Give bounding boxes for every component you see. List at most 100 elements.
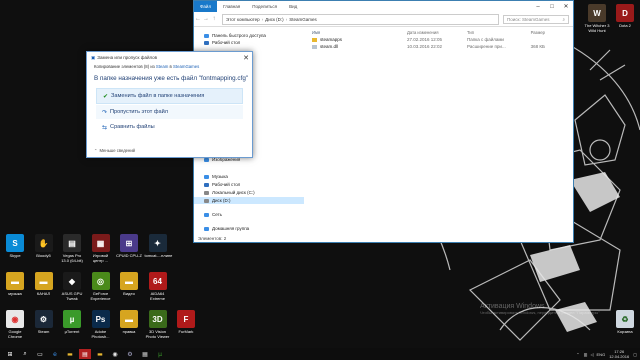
back-arrow-icon[interactable]: ← xyxy=(194,16,202,22)
watermark-title: Активация Windows xyxy=(480,303,545,310)
nav-item[interactable]: Домашняя группа xyxy=(194,225,304,232)
torrent-icon[interactable]: µ xyxy=(154,349,166,359)
desktop-icon-label: Игровой центр ... xyxy=(92,253,109,263)
close-icon[interactable]: ✕ xyxy=(240,54,252,62)
desktop-icon-14[interactable]: ⚙ Steam xyxy=(31,310,57,334)
breadcrumb-1[interactable]: Этот компьютер xyxy=(226,17,260,22)
clock[interactable]: 17:26 12.04.2016 xyxy=(609,349,629,359)
app-icon[interactable]: ▬ xyxy=(94,349,106,359)
column-date[interactable]: Дата изменения xyxy=(407,30,467,35)
replace-file-label: Заменить файл в папке назначения xyxy=(111,93,205,99)
search-icon[interactable]: ⌕ xyxy=(19,349,31,359)
store-icon[interactable]: ▤ xyxy=(79,349,91,359)
desktop-icon-9[interactable]: ◆ ASUS GPU Tweak xyxy=(59,272,85,301)
desktop-icon-16[interactable]: Ps Adobe Photosh... xyxy=(88,310,114,339)
file-list: Имя Дата изменения Тип Размер steamapps 2… xyxy=(308,28,573,232)
app-icon: ▬ xyxy=(120,310,138,328)
desktop-icon-label: FurMark xyxy=(178,329,194,334)
chevron-right-icon: › xyxy=(285,16,288,22)
nav-item[interactable]: Сеть xyxy=(194,211,304,218)
desktop-icon-17[interactable]: ▬ правка xyxy=(116,310,142,334)
breadcrumb-3[interactable]: SteamGames xyxy=(289,17,317,22)
desktop-icon-19[interactable]: F FurMark xyxy=(173,310,199,334)
dest-link[interactable]: SteamGames xyxy=(173,64,199,69)
search-input[interactable]: Поиск: SteamGames ⌕ xyxy=(503,14,569,24)
desktop-icon-15[interactable]: µ µTorrent xyxy=(59,310,85,334)
breadcrumb-2[interactable]: Диск (D:) xyxy=(265,17,284,22)
desktop-icon-7[interactable]: ▬ музыка xyxy=(2,272,28,296)
desktop-icon-label: Vegas Pro 13.0 (64-bit) xyxy=(61,253,83,263)
desktop-icon-6[interactable]: ✦ tomcat-...нлине xyxy=(145,234,172,258)
close-icon[interactable]: ✕ xyxy=(559,1,573,12)
desktop-icon-2[interactable]: ✋ Bloody5 xyxy=(31,234,57,258)
skip-file-button[interactable]: ↷ Пропустить этот файл xyxy=(96,105,243,119)
steam-icon[interactable]: ⚙ xyxy=(124,349,136,359)
video-app-icon[interactable]: ▦ xyxy=(139,349,151,359)
desktop-icon-8[interactable]: ▬ КАНАЛ xyxy=(31,272,57,296)
desktop-icon-label: µTorrent xyxy=(64,329,80,334)
file-name: steamapps xyxy=(320,37,343,42)
skip-icon: ↷ xyxy=(102,109,108,116)
desktop-icon-4[interactable]: ▦ Игровой центр ... xyxy=(88,234,114,263)
tab-view[interactable]: Вид xyxy=(283,1,303,12)
tab-share[interactable]: Поделиться xyxy=(246,1,283,12)
dialog-headline: В папке назначения уже есть файл "fontma… xyxy=(94,75,249,82)
desktop-icon-10[interactable]: ◎ GeForce Experience xyxy=(88,272,114,301)
tab-file[interactable]: Файл xyxy=(194,1,218,12)
source-link[interactable]: Steam xyxy=(156,64,168,69)
file-name: steam.dll xyxy=(320,44,339,49)
music-icon xyxy=(204,174,209,179)
desktop-icon-label: Dota 2 xyxy=(619,23,631,28)
folder-icon[interactable]: ▬ xyxy=(64,349,76,359)
forward-arrow-icon[interactable]: → xyxy=(202,16,210,22)
dll-icon xyxy=(312,44,317,49)
nav-item[interactable]: Музыка xyxy=(194,173,304,180)
file-name-cell: steam.dll xyxy=(308,44,407,49)
desktop-icon-13[interactable]: ◉ Google Chrome xyxy=(2,310,28,339)
tab-home[interactable]: Главная xyxy=(217,1,246,12)
desktop-icon-right-3[interactable]: ♻ Корзина xyxy=(612,310,638,334)
nav-item-label: Локальный диск (C:) xyxy=(212,190,255,195)
desktop-icon-right-2[interactable]: D Dota 2 xyxy=(612,4,638,28)
minimize-icon[interactable]: – xyxy=(531,1,545,12)
compare-files-button[interactable]: ⇆ Сравнить файлы xyxy=(96,120,243,134)
nav-item[interactable]: Панель быстрого доступа xyxy=(194,32,304,39)
app-icon: ✦ xyxy=(148,234,167,252)
skip-file-label: Пропустить этот файл xyxy=(110,109,168,115)
replace-file-button[interactable]: ✔ Заменить файл в папке назначения xyxy=(96,88,243,104)
column-type[interactable]: Тип xyxy=(467,30,515,35)
nav-item[interactable]: Локальный диск (C:) xyxy=(194,189,304,196)
notifications-icon[interactable]: ▢ xyxy=(633,352,637,357)
nav-item[interactable]: Диск (D:) xyxy=(194,197,304,204)
file-row[interactable]: steam.dll 10.03.2016 22:02 Расширение при.… xyxy=(308,43,573,50)
desktop-icon-3[interactable]: ▤ Vegas Pro 13.0 (64-bit) xyxy=(59,234,85,263)
language-indicator[interactable]: ENG xyxy=(597,352,606,357)
app-icon: ▤ xyxy=(63,234,81,252)
address-bar[interactable]: Этот компьютер › Диск (D:) › SteamGames xyxy=(222,13,499,25)
start-button[interactable]: ⊞ xyxy=(4,349,16,359)
edge-icon[interactable]: e xyxy=(49,349,61,359)
desktop-icon-12[interactable]: 64 AIDA64 Extreme xyxy=(145,272,171,301)
desktop-icon-right-1[interactable]: W The Witcher 3 Wild Hunt xyxy=(584,4,610,33)
desktop-icon-1[interactable]: S Skype xyxy=(2,234,28,258)
file-size: 368 КБ xyxy=(530,44,545,49)
folder-icon xyxy=(312,37,317,42)
column-size[interactable]: Размер xyxy=(515,30,545,35)
column-name[interactable]: Имя xyxy=(308,30,407,35)
nav-item[interactable]: Рабочий стол xyxy=(194,181,304,188)
desktop-icon-label: 3D Vision Photo Viewer xyxy=(145,329,170,339)
up-arrow-icon[interactable]: ⌃ xyxy=(576,352,579,357)
replace-or-skip-dialog[interactable]: ▣ Замена или пропуск файлов ✕ Копировани… xyxy=(86,51,253,158)
nav-item[interactable]: Рабочий стол xyxy=(194,39,304,46)
chrome-icon[interactable]: ◉ xyxy=(109,349,121,359)
desktop-icon-5[interactable]: ⊞ CPUID CPU-Z xyxy=(116,234,142,258)
maximize-icon[interactable]: □ xyxy=(545,1,559,12)
desktop-icon-11[interactable]: ▬ Видео xyxy=(116,272,142,296)
desktop-icon-18[interactable]: 3D 3D Vision Photo Viewer xyxy=(145,310,171,339)
less-details-toggle[interactable]: ⌃ Меньше сведений xyxy=(94,148,135,153)
up-arrow-icon[interactable]: ↑ xyxy=(210,16,218,22)
file-row[interactable]: steamapps 27.02.2016 12:05 Папка с файлами xyxy=(308,36,573,43)
network-icon[interactable]: ▥ xyxy=(584,352,588,357)
volume-icon[interactable]: ◁ xyxy=(590,352,593,357)
task-view-icon[interactable]: ▭ xyxy=(34,349,46,359)
